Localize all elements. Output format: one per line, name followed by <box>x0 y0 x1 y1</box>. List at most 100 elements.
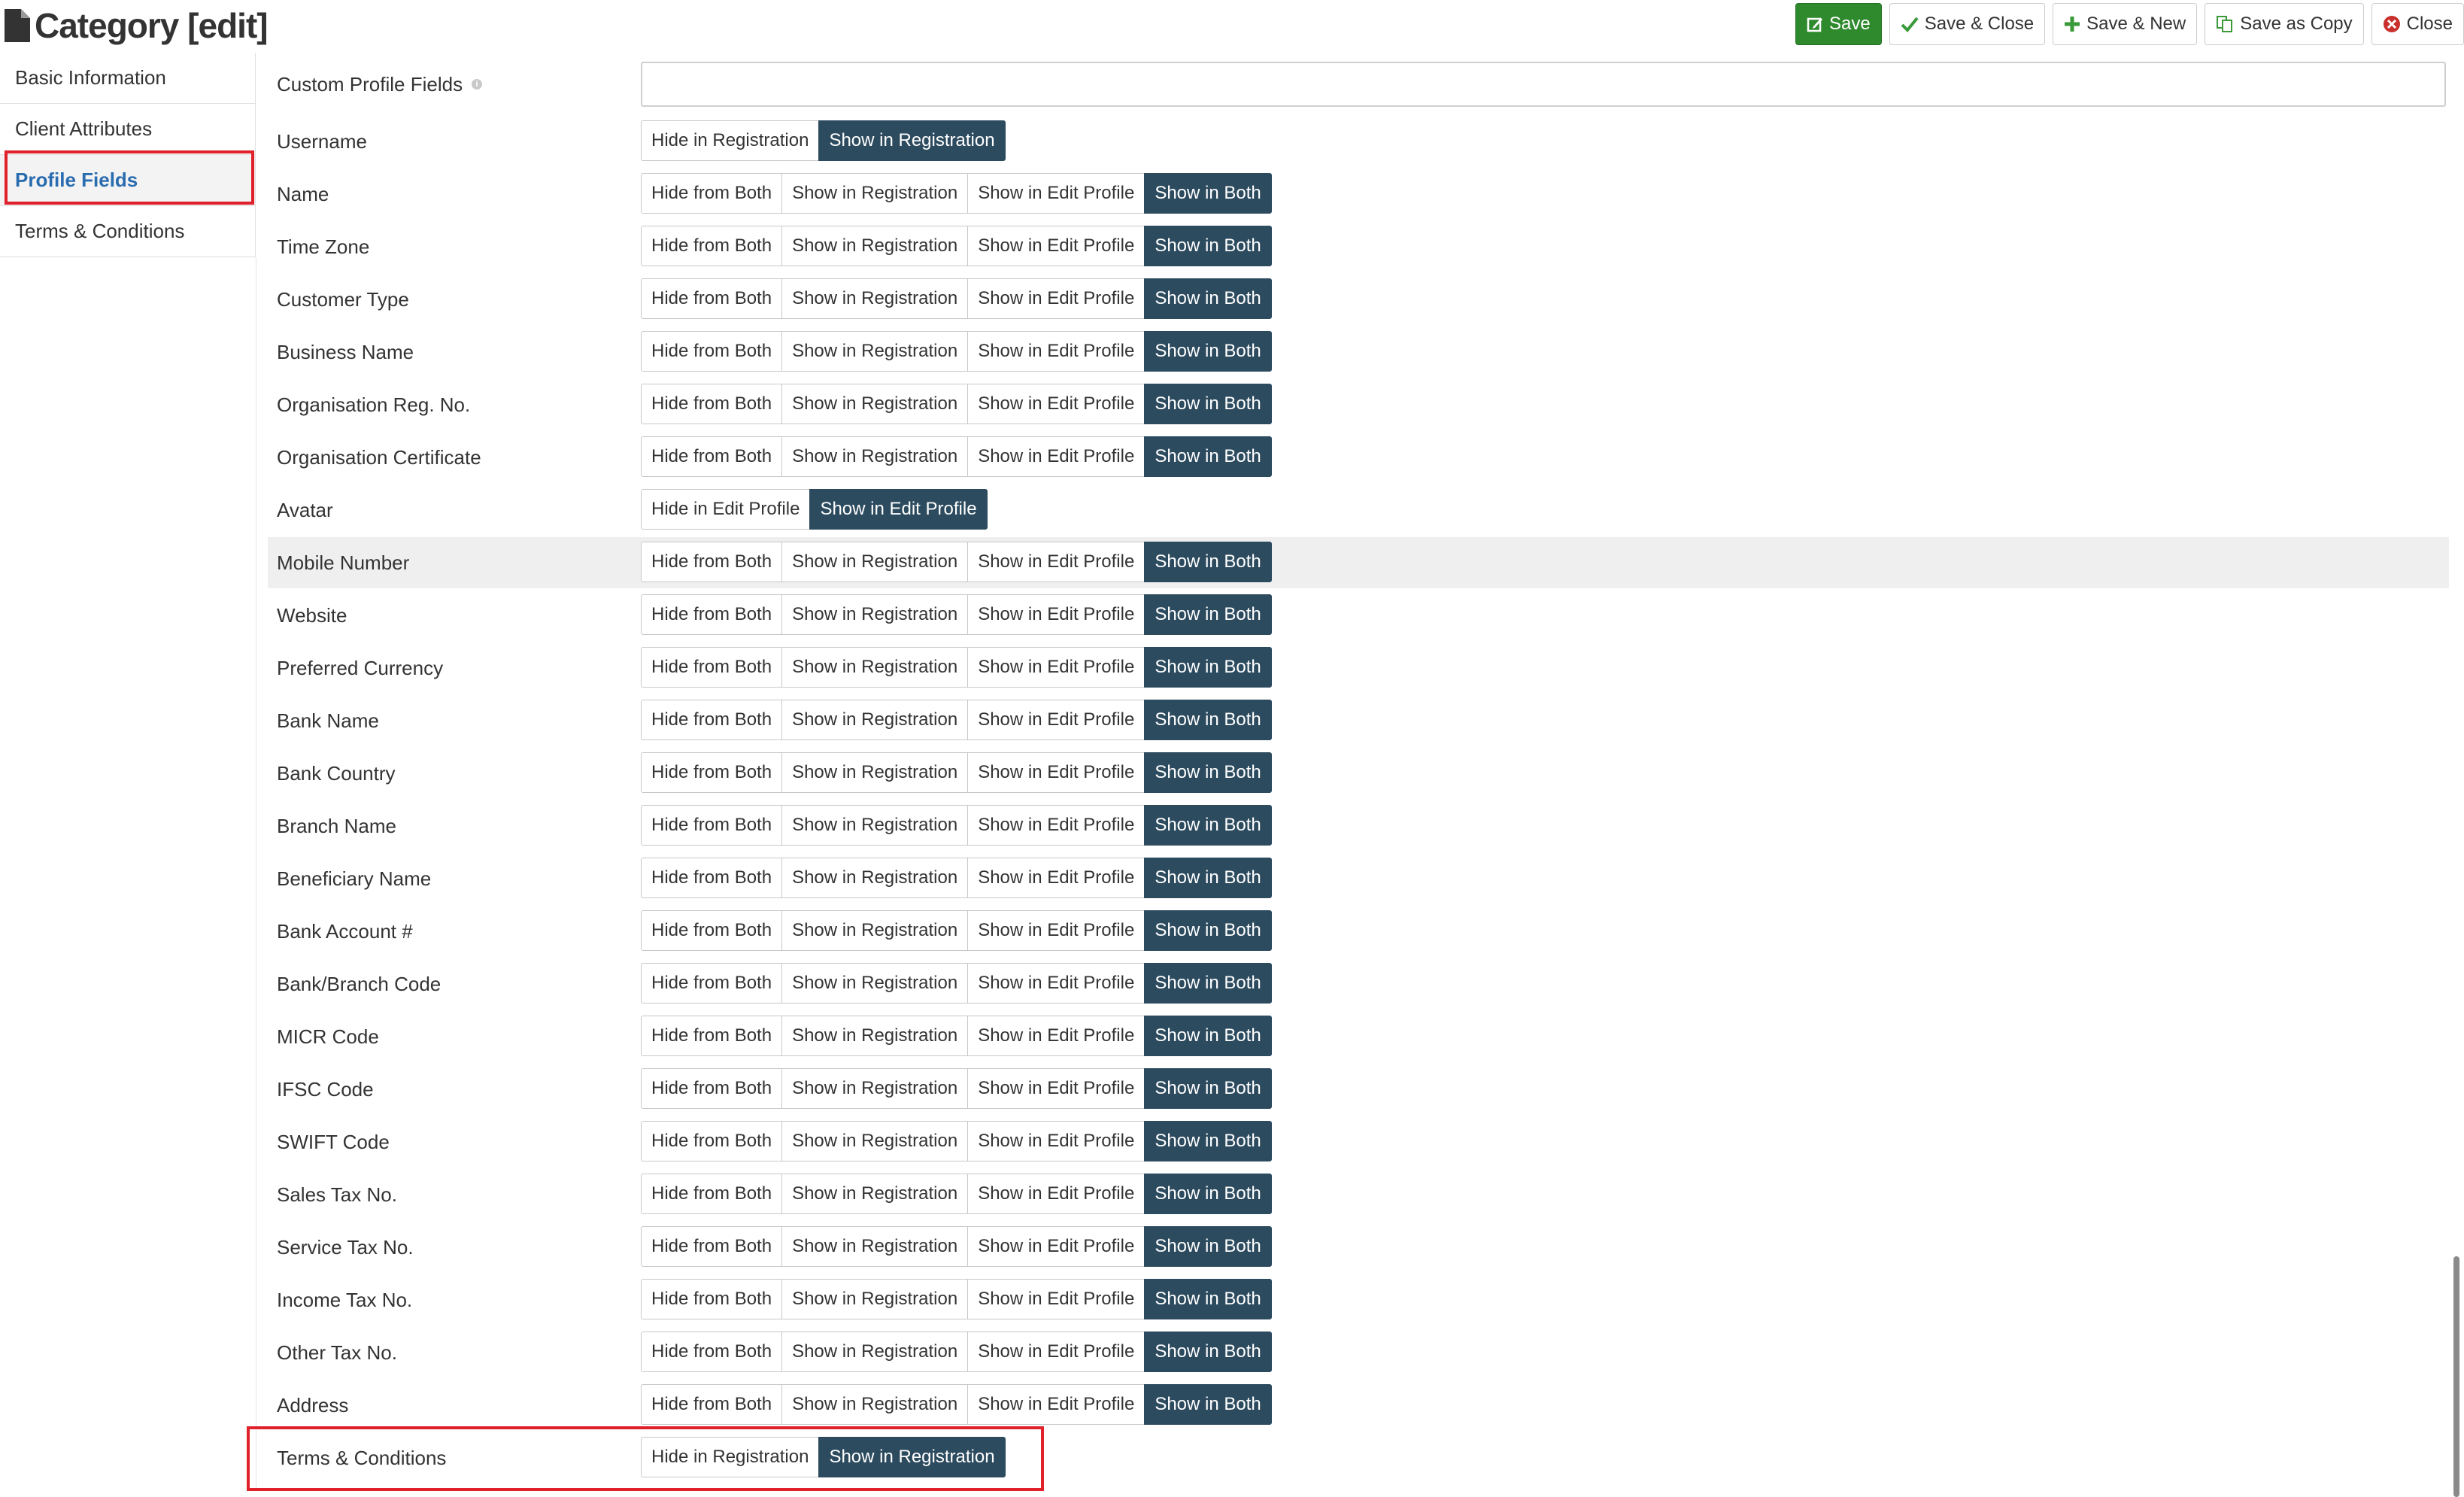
hide-from-both-button[interactable]: Hide from Both <box>641 752 783 793</box>
show-in-both-button[interactable]: Show in Both <box>1144 1384 1272 1425</box>
hide-from-both-button[interactable]: Hide from Both <box>641 1016 783 1056</box>
show-in-registration-button[interactable]: Show in Registration <box>781 542 969 582</box>
show-in-registration-button[interactable]: Show in Registration <box>781 173 969 214</box>
save-as-copy-button[interactable]: Save as Copy <box>2205 3 2364 45</box>
hide-from-both-button[interactable]: Hide from Both <box>641 910 783 951</box>
show-in-registration-button[interactable]: Show in Registration <box>818 120 1006 161</box>
show-in-edit-profile-button[interactable]: Show in Edit Profile <box>967 1121 1146 1161</box>
show-in-edit-profile-button[interactable]: Show in Edit Profile <box>967 226 1146 266</box>
show-in-registration-button[interactable]: Show in Registration <box>781 1174 969 1214</box>
show-in-both-button[interactable]: Show in Both <box>1144 542 1272 582</box>
show-in-edit-profile-button[interactable]: Show in Edit Profile <box>967 963 1146 1004</box>
hide-from-both-button[interactable]: Hide from Both <box>641 1279 783 1319</box>
show-in-both-button[interactable]: Show in Both <box>1144 384 1272 424</box>
show-in-registration-button[interactable]: Show in Registration <box>781 331 969 372</box>
show-in-registration-button[interactable]: Show in Registration <box>781 963 969 1004</box>
show-in-registration-button[interactable]: Show in Registration <box>781 278 969 319</box>
show-in-registration-button[interactable]: Show in Registration <box>781 805 969 846</box>
show-in-registration-button[interactable]: Show in Registration <box>781 226 969 266</box>
show-in-both-button[interactable]: Show in Both <box>1144 1121 1272 1161</box>
show-in-both-button[interactable]: Show in Both <box>1144 700 1272 740</box>
show-in-edit-profile-button[interactable]: Show in Edit Profile <box>967 1332 1146 1372</box>
save-button[interactable]: Save <box>1795 3 1882 45</box>
show-in-edit-profile-button[interactable]: Show in Edit Profile <box>967 1279 1146 1319</box>
sidebar-item-profile-fields[interactable]: Profile Fields <box>0 155 256 206</box>
show-in-edit-profile-button[interactable]: Show in Edit Profile <box>967 805 1146 846</box>
hide-from-both-button[interactable]: Hide from Both <box>641 331 783 372</box>
show-in-both-button[interactable]: Show in Both <box>1144 963 1272 1004</box>
show-in-edit-profile-button[interactable]: Show in Edit Profile <box>967 384 1146 424</box>
show-in-edit-profile-button[interactable]: Show in Edit Profile <box>967 278 1146 319</box>
hide-from-both-button[interactable]: Hide from Both <box>641 700 783 740</box>
show-in-registration-button[interactable]: Show in Registration <box>781 1121 969 1161</box>
close-button[interactable]: Close <box>2371 3 2464 45</box>
hide-from-both-button[interactable]: Hide from Both <box>641 805 783 846</box>
show-in-edit-profile-button[interactable]: Show in Edit Profile <box>967 594 1146 635</box>
sidebar-item-client-attributes[interactable]: Client Attributes <box>0 104 256 155</box>
show-in-edit-profile-button[interactable]: Show in Edit Profile <box>967 647 1146 688</box>
show-in-both-button[interactable]: Show in Both <box>1144 173 1272 214</box>
show-in-edit-profile-button[interactable]: Show in Edit Profile <box>967 752 1146 793</box>
sidebar-item-terms-conditions[interactable]: Terms & Conditions <box>0 206 256 257</box>
show-in-both-button[interactable]: Show in Both <box>1144 910 1272 951</box>
show-in-edit-profile-button[interactable]: Show in Edit Profile <box>967 436 1146 477</box>
show-in-registration-button[interactable]: Show in Registration <box>781 858 969 898</box>
show-in-both-button[interactable]: Show in Both <box>1144 1016 1272 1056</box>
show-in-registration-button[interactable]: Show in Registration <box>781 594 969 635</box>
hide-in-edit-profile-button[interactable]: Hide in Edit Profile <box>641 489 811 530</box>
show-in-edit-profile-button[interactable]: Show in Edit Profile <box>967 1226 1146 1267</box>
hide-from-both-button[interactable]: Hide from Both <box>641 173 783 214</box>
show-in-registration-button[interactable]: Show in Registration <box>781 1279 969 1319</box>
show-in-edit-profile-button[interactable]: Show in Edit Profile <box>967 1174 1146 1214</box>
show-in-edit-profile-button[interactable]: Show in Edit Profile <box>967 542 1146 582</box>
hide-from-both-button[interactable]: Hide from Both <box>641 963 783 1004</box>
show-in-edit-profile-button[interactable]: Show in Edit Profile <box>967 910 1146 951</box>
hide-in-registration-button[interactable]: Hide in Registration <box>641 120 820 161</box>
show-in-both-button[interactable]: Show in Both <box>1144 1226 1272 1267</box>
show-in-edit-profile-button[interactable]: Show in Edit Profile <box>967 1068 1146 1109</box>
hide-from-both-button[interactable]: Hide from Both <box>641 384 783 424</box>
show-in-registration-button[interactable]: Show in Registration <box>818 1437 1006 1477</box>
hide-from-both-button[interactable]: Hide from Both <box>641 1068 783 1109</box>
show-in-both-button[interactable]: Show in Both <box>1144 1174 1272 1214</box>
hide-from-both-button[interactable]: Hide from Both <box>641 594 783 635</box>
save-new-button[interactable]: Save & New <box>2053 3 2198 45</box>
show-in-both-button[interactable]: Show in Both <box>1144 594 1272 635</box>
show-in-registration-button[interactable]: Show in Registration <box>781 436 969 477</box>
show-in-both-button[interactable]: Show in Both <box>1144 226 1272 266</box>
hide-from-both-button[interactable]: Hide from Both <box>641 542 783 582</box>
hide-from-both-button[interactable]: Hide from Both <box>641 1332 783 1372</box>
show-in-edit-profile-button[interactable]: Show in Edit Profile <box>967 700 1146 740</box>
hide-from-both-button[interactable]: Hide from Both <box>641 226 783 266</box>
show-in-both-button[interactable]: Show in Both <box>1144 858 1272 898</box>
hide-from-both-button[interactable]: Hide from Both <box>641 1174 783 1214</box>
show-in-both-button[interactable]: Show in Both <box>1144 752 1272 793</box>
show-in-edit-profile-button[interactable]: Show in Edit Profile <box>967 858 1146 898</box>
custom-profile-fields-input[interactable] <box>641 62 2446 107</box>
show-in-edit-profile-button[interactable]: Show in Edit Profile <box>967 173 1146 214</box>
show-in-edit-profile-button[interactable]: Show in Edit Profile <box>809 489 988 530</box>
show-in-edit-profile-button[interactable]: Show in Edit Profile <box>967 1016 1146 1056</box>
show-in-both-button[interactable]: Show in Both <box>1144 805 1272 846</box>
show-in-registration-button[interactable]: Show in Registration <box>781 1226 969 1267</box>
show-in-registration-button[interactable]: Show in Registration <box>781 700 969 740</box>
show-in-both-button[interactable]: Show in Both <box>1144 331 1272 372</box>
hide-from-both-button[interactable]: Hide from Both <box>641 1226 783 1267</box>
hide-from-both-button[interactable]: Hide from Both <box>641 858 783 898</box>
show-in-edit-profile-button[interactable]: Show in Edit Profile <box>967 331 1146 372</box>
hide-from-both-button[interactable]: Hide from Both <box>641 1121 783 1161</box>
show-in-registration-button[interactable]: Show in Registration <box>781 647 969 688</box>
show-in-registration-button[interactable]: Show in Registration <box>781 1068 969 1109</box>
show-in-registration-button[interactable]: Show in Registration <box>781 1016 969 1056</box>
scrollbar[interactable] <box>2453 1256 2459 1497</box>
show-in-both-button[interactable]: Show in Both <box>1144 278 1272 319</box>
show-in-registration-button[interactable]: Show in Registration <box>781 910 969 951</box>
show-in-registration-button[interactable]: Show in Registration <box>781 1384 969 1425</box>
show-in-both-button[interactable]: Show in Both <box>1144 1068 1272 1109</box>
save-close-button[interactable]: Save & Close <box>1889 3 2046 45</box>
show-in-both-button[interactable]: Show in Both <box>1144 436 1272 477</box>
sidebar-item-basic-information[interactable]: Basic Information <box>0 53 256 104</box>
show-in-registration-button[interactable]: Show in Registration <box>781 752 969 793</box>
show-in-both-button[interactable]: Show in Both <box>1144 1279 1272 1319</box>
show-in-registration-button[interactable]: Show in Registration <box>781 1332 969 1372</box>
